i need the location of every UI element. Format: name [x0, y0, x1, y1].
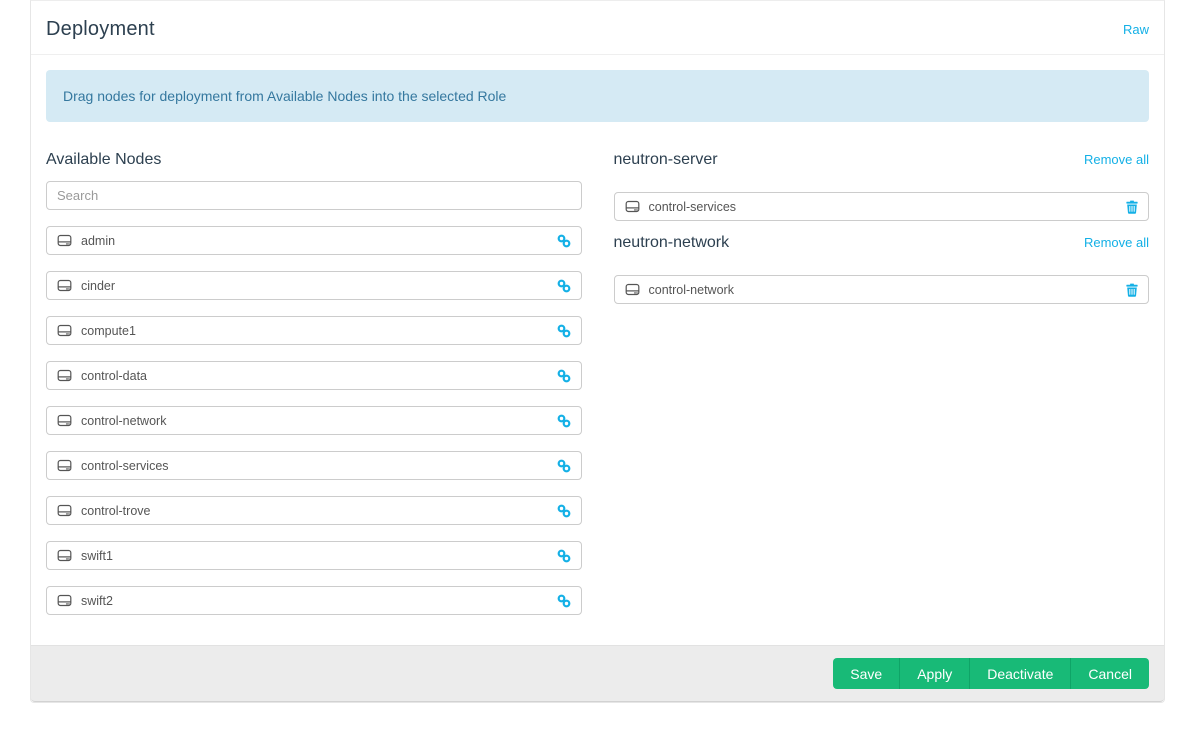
- available-node-item[interactable]: admin: [46, 226, 582, 255]
- hdd-icon: [57, 459, 72, 472]
- link-icon[interactable]: [557, 369, 571, 383]
- hdd-icon: [57, 324, 72, 337]
- available-node-item[interactable]: compute1: [46, 316, 582, 345]
- link-icon[interactable]: [557, 459, 571, 473]
- available-node-item[interactable]: control-trove: [46, 496, 582, 525]
- remove-all-link[interactable]: Remove all: [1084, 152, 1149, 167]
- available-node-item[interactable]: control-services: [46, 451, 582, 480]
- available-node-item[interactable]: control-data: [46, 361, 582, 390]
- role-name: neutron-network: [613, 234, 730, 251]
- hdd-icon: [57, 234, 72, 247]
- hdd-icon: [625, 283, 640, 296]
- node-label: admin: [81, 233, 116, 248]
- panel-body: Drag nodes for deployment from Available…: [31, 55, 1164, 645]
- hdd-icon: [57, 279, 72, 292]
- node-label: control-network: [648, 282, 734, 297]
- role-node-list: control-network: [613, 275, 1149, 304]
- node-label: compute1: [81, 323, 136, 338]
- role-node-item[interactable]: control-network: [613, 275, 1149, 304]
- node-label: control-services: [648, 199, 737, 214]
- node-label: control-services: [81, 458, 169, 473]
- node-label: cinder: [81, 278, 116, 293]
- footer-button-group: Save Apply Deactivate Cancel: [833, 658, 1149, 689]
- columns: Available Nodes admin: [46, 150, 1149, 615]
- available-nodes-list: admin cinder compute1 control-data contr…: [46, 226, 582, 615]
- hdd-icon: [57, 594, 72, 607]
- link-icon[interactable]: [557, 324, 571, 338]
- available-nodes-column: Available Nodes admin: [46, 150, 582, 615]
- node-label: control-trove: [81, 503, 151, 518]
- link-icon[interactable]: [557, 594, 571, 608]
- node-label: swift2: [81, 593, 113, 608]
- role-section: neutron-server Remove all control-servic…: [613, 150, 1150, 221]
- available-node-item[interactable]: control-network: [46, 406, 582, 435]
- link-icon[interactable]: [557, 504, 571, 518]
- trash-icon[interactable]: [1126, 200, 1138, 214]
- hdd-icon: [57, 549, 72, 562]
- raw-link[interactable]: Raw: [1123, 22, 1149, 37]
- page-title: Deployment: [46, 18, 155, 40]
- available-nodes-heading: Available Nodes: [46, 151, 162, 168]
- cancel-button[interactable]: Cancel: [1071, 658, 1149, 689]
- hdd-icon: [57, 504, 72, 517]
- role-name: neutron-server: [613, 151, 718, 168]
- role-header: neutron-network Remove all: [614, 233, 1150, 264]
- apply-button[interactable]: Apply: [900, 658, 971, 689]
- available-node-item[interactable]: swift2: [46, 586, 582, 615]
- link-icon[interactable]: [557, 279, 571, 293]
- link-icon[interactable]: [557, 414, 571, 428]
- role-node-list: control-services: [613, 192, 1149, 221]
- available-node-item[interactable]: cinder: [46, 271, 582, 300]
- role-node-item[interactable]: control-services: [613, 192, 1149, 221]
- node-label: control-network: [81, 413, 167, 428]
- link-icon[interactable]: [557, 549, 571, 563]
- remove-all-link[interactable]: Remove all: [1084, 235, 1149, 250]
- trash-icon[interactable]: [1126, 283, 1138, 297]
- roles-column: neutron-server Remove all control-servic…: [613, 150, 1150, 615]
- role-header: neutron-server Remove all: [614, 150, 1150, 181]
- deactivate-button[interactable]: Deactivate: [970, 658, 1072, 689]
- drag-info-banner: Drag nodes for deployment from Available…: [46, 70, 1149, 122]
- node-label: swift1: [81, 548, 113, 563]
- hdd-icon: [57, 369, 72, 382]
- save-button[interactable]: Save: [833, 658, 901, 689]
- node-label: control-data: [81, 368, 148, 383]
- hdd-icon: [625, 200, 640, 213]
- deployment-panel: Deployment Raw Drag nodes for deployment…: [30, 0, 1165, 703]
- panel-heading: Deployment Raw: [31, 1, 1164, 55]
- link-icon[interactable]: [557, 234, 571, 248]
- available-node-item[interactable]: swift1: [46, 541, 582, 570]
- hdd-icon: [57, 414, 72, 427]
- panel-footer: Save Apply Deactivate Cancel: [31, 645, 1164, 702]
- role-section: neutron-network Remove all control-netwo…: [613, 233, 1150, 304]
- search-input[interactable]: [46, 181, 582, 210]
